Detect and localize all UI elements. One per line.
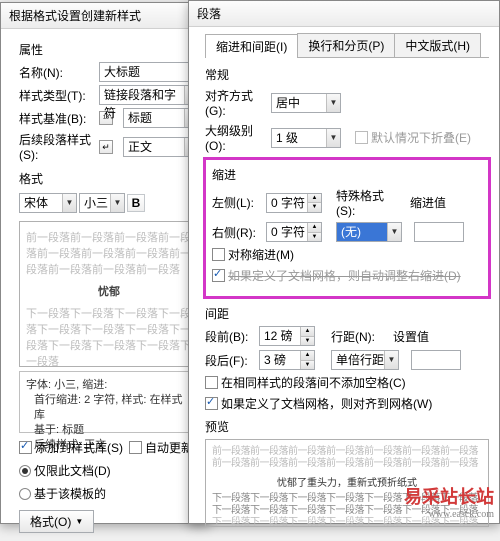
style-type-label: 样式类型(T): <box>19 87 93 104</box>
collapse-checkbox: 默认情况下折叠(E) <box>355 129 471 146</box>
checkbox-icon <box>129 441 142 454</box>
chevron-down-icon: ▼ <box>110 194 124 212</box>
properties-header: 属性 <box>19 41 199 58</box>
preview-below: 下一段落下一段落下一段落下一段落下一段落下一段落下一段落下一段落下一段落下一段落… <box>26 306 192 367</box>
indent-right-input[interactable]: 0 字符 ▲▼ <box>266 222 322 242</box>
style-preview: 前一段落前一段落前一段落前一段落前一段落前一段落前一段落前一段落前一段落前一段落… <box>19 221 199 367</box>
watermark: 易采站长站 www.easck.com <box>404 483 494 520</box>
checkbox-icon <box>205 397 218 410</box>
set-value-label: 设置值 <box>389 328 429 345</box>
new-style-title: 根据格式设置创建新样式 <box>1 3 209 29</box>
auto-adjust-checkbox[interactable]: 如果定义了文档网格，则自动调整右缩进(D) <box>212 267 461 284</box>
auto-update-checkbox[interactable]: 自动更新( <box>129 439 197 456</box>
style-base-label: 样式基准(B): <box>19 110 93 127</box>
line-spacing-select[interactable]: 单倍行距 ▼ <box>331 350 399 370</box>
spacing-header: 间距 <box>205 305 489 322</box>
tab-indent-spacing[interactable]: 缩进和间距(I) <box>205 34 298 58</box>
alignment-select[interactable]: 居中 ▼ <box>271 93 341 113</box>
chevron-down-icon: ▼ <box>75 517 83 526</box>
radio-icon <box>19 465 31 477</box>
follow-style-label: 后续段落样式(S): <box>19 131 93 162</box>
font-size-select[interactable]: 小三 ▼ <box>79 193 125 213</box>
preview-title: 忧郁 <box>26 284 192 300</box>
chevron-down-icon: ▼ <box>326 94 340 112</box>
spinner-icon[interactable]: ▲▼ <box>307 194 321 212</box>
paragraph-icon: ↵ <box>99 140 113 154</box>
paragraph-dialog: 段落 缩进和间距(I) 换行和分页(P) 中文版式(H) 常规 对齐方式(G):… <box>188 0 500 524</box>
alignment-label: 对齐方式(G): <box>205 87 263 118</box>
indent-left-input[interactable]: 0 字符 ▲▼ <box>266 193 322 213</box>
radio-icon <box>19 488 31 500</box>
tab-cjk[interactable]: 中文版式(H) <box>394 33 481 57</box>
name-input[interactable]: 大标题 <box>99 62 199 82</box>
only-this-doc-radio[interactable]: 仅限此文档(D) <box>19 462 111 479</box>
spinner-icon[interactable]: ▲▼ <box>300 351 314 369</box>
line-spacing-label: 行距(N): <box>331 328 381 345</box>
no-space-same-style-checkbox[interactable]: 在相同样式的段落间不添加空格(C) <box>205 374 406 391</box>
space-before-input[interactable]: 12 磅 ▲▼ <box>259 326 315 346</box>
general-header: 常规 <box>205 66 489 83</box>
paragraph-tabs: 缩进和间距(I) 换行和分页(P) 中文版式(H) <box>205 33 489 58</box>
outline-label: 大纲级别(O): <box>205 122 263 153</box>
checkbox-icon <box>212 248 225 261</box>
checkbox-icon <box>19 441 32 454</box>
indent-right-label: 右侧(R): <box>212 224 258 241</box>
add-to-library-checkbox[interactable]: 添加到样式库(S) <box>19 439 123 456</box>
paragraph-title: 段落 <box>189 1 499 27</box>
format-header: 格式 <box>19 170 199 187</box>
preview-filler: 前一段落前一段落前一段落前一段落前一段落前一段落前一段落前一段落前一段落前一段落… <box>26 230 192 278</box>
space-before-label: 段前(B): <box>205 328 251 345</box>
new-style-dialog: 根据格式设置创建新样式 属性 名称(N): 大标题 样式类型(T): 链接段落和… <box>0 2 210 524</box>
style-description: 字体: 小三, 缩进: 首行缩进: 2 字符, 样式: 在样式库 基于: 标题 … <box>19 371 199 433</box>
space-after-label: 段后(F): <box>205 352 251 369</box>
outline-select[interactable]: 1 级 ▼ <box>271 128 341 148</box>
special-format-label: 特殊格式(S): <box>336 187 400 218</box>
mirror-indent-checkbox[interactable]: 对称缩进(M) <box>212 246 294 263</box>
set-value-input[interactable] <box>411 350 461 370</box>
indent-value-input[interactable] <box>414 222 464 242</box>
space-after-input[interactable]: 3 磅 ▲▼ <box>259 350 315 370</box>
chevron-down-icon: ▼ <box>384 351 398 369</box>
spinner-icon[interactable]: ▲▼ <box>300 327 314 345</box>
chevron-down-icon: ▼ <box>387 223 401 241</box>
based-on-template-radio[interactable]: 基于该模板的 <box>19 485 106 502</box>
indent-value-label: 缩进值 <box>408 194 446 211</box>
chevron-down-icon: ▼ <box>62 194 76 212</box>
special-format-select[interactable]: (无) ▼ <box>336 222 402 242</box>
name-label: 名称(N): <box>19 64 93 81</box>
spinner-icon[interactable]: ▲▼ <box>307 223 321 241</box>
indent-header: 缩进 <box>212 166 482 183</box>
preview-header: 预览 <box>205 418 489 435</box>
style-type-select[interactable]: 链接段落和字符 ▼ <box>99 85 199 105</box>
format-dropdown-button[interactable]: 格式(O) ▼ <box>19 510 94 533</box>
font-select[interactable]: 宋体 ▼ <box>19 193 77 213</box>
tab-line-page[interactable]: 换行和分页(P) <box>297 33 395 57</box>
checkbox-icon <box>212 269 225 282</box>
checkbox-icon <box>355 131 368 144</box>
chevron-down-icon: ▼ <box>326 129 340 147</box>
bold-button[interactable]: B <box>127 194 145 212</box>
snap-to-grid-checkbox[interactable]: 如果定义了文档网格，则对齐到网格(W) <box>205 395 432 412</box>
indent-highlight: 缩进 左侧(L): 0 字符 ▲▼ 特殊格式(S): 缩进值 右侧(R): 0 … <box>203 157 491 299</box>
indent-left-label: 左侧(L): <box>212 194 258 211</box>
checkbox-icon <box>205 376 218 389</box>
